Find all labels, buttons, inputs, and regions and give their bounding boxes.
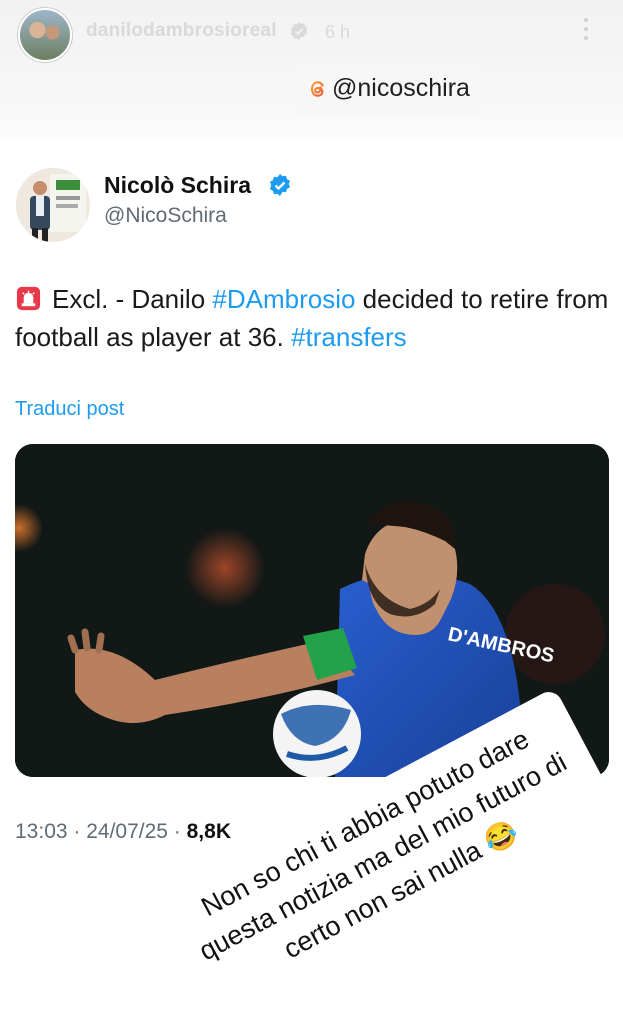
threads-icon <box>310 81 324 97</box>
post-views: 8,8K <box>186 820 231 843</box>
post-text: Excl. - Danilo #DAmbrosio decided to ret… <box>15 280 615 356</box>
verified-blue-icon <box>270 174 290 196</box>
story-header: danilodambrosioreal 6 h @nicoschira <box>0 0 623 140</box>
story-username[interactable]: danilodambrosioreal <box>86 20 277 42</box>
post-handle[interactable]: @NicoSchira <box>104 204 227 228</box>
post-author-avatar[interactable] <box>16 168 90 242</box>
post-text-prefix: Excl. - Danilo <box>52 284 213 314</box>
mention-sticker[interactable]: @nicoschira <box>293 64 481 116</box>
post-meta: 13:03 · 24/07/25 · 8,8K <box>15 820 231 844</box>
mention-label: @nicoschira <box>332 74 470 102</box>
post-display-name[interactable]: Nicolò Schira <box>104 172 251 199</box>
more-options-icon[interactable] <box>578 18 594 48</box>
hashtag-transfers[interactable]: #transfers <box>291 322 407 352</box>
story-author-avatar[interactable] <box>18 8 72 62</box>
story-time: 6 h <box>325 22 351 42</box>
post-timestamp: 13:03 · 24/07/25 · <box>15 820 187 843</box>
verified-icon <box>290 21 308 41</box>
author-photo <box>16 168 90 242</box>
hashtag-dambrosio[interactable]: #DAmbrosio <box>212 284 355 314</box>
siren-icon <box>16 286 41 311</box>
translate-post-link[interactable]: Traduci post <box>15 398 124 421</box>
